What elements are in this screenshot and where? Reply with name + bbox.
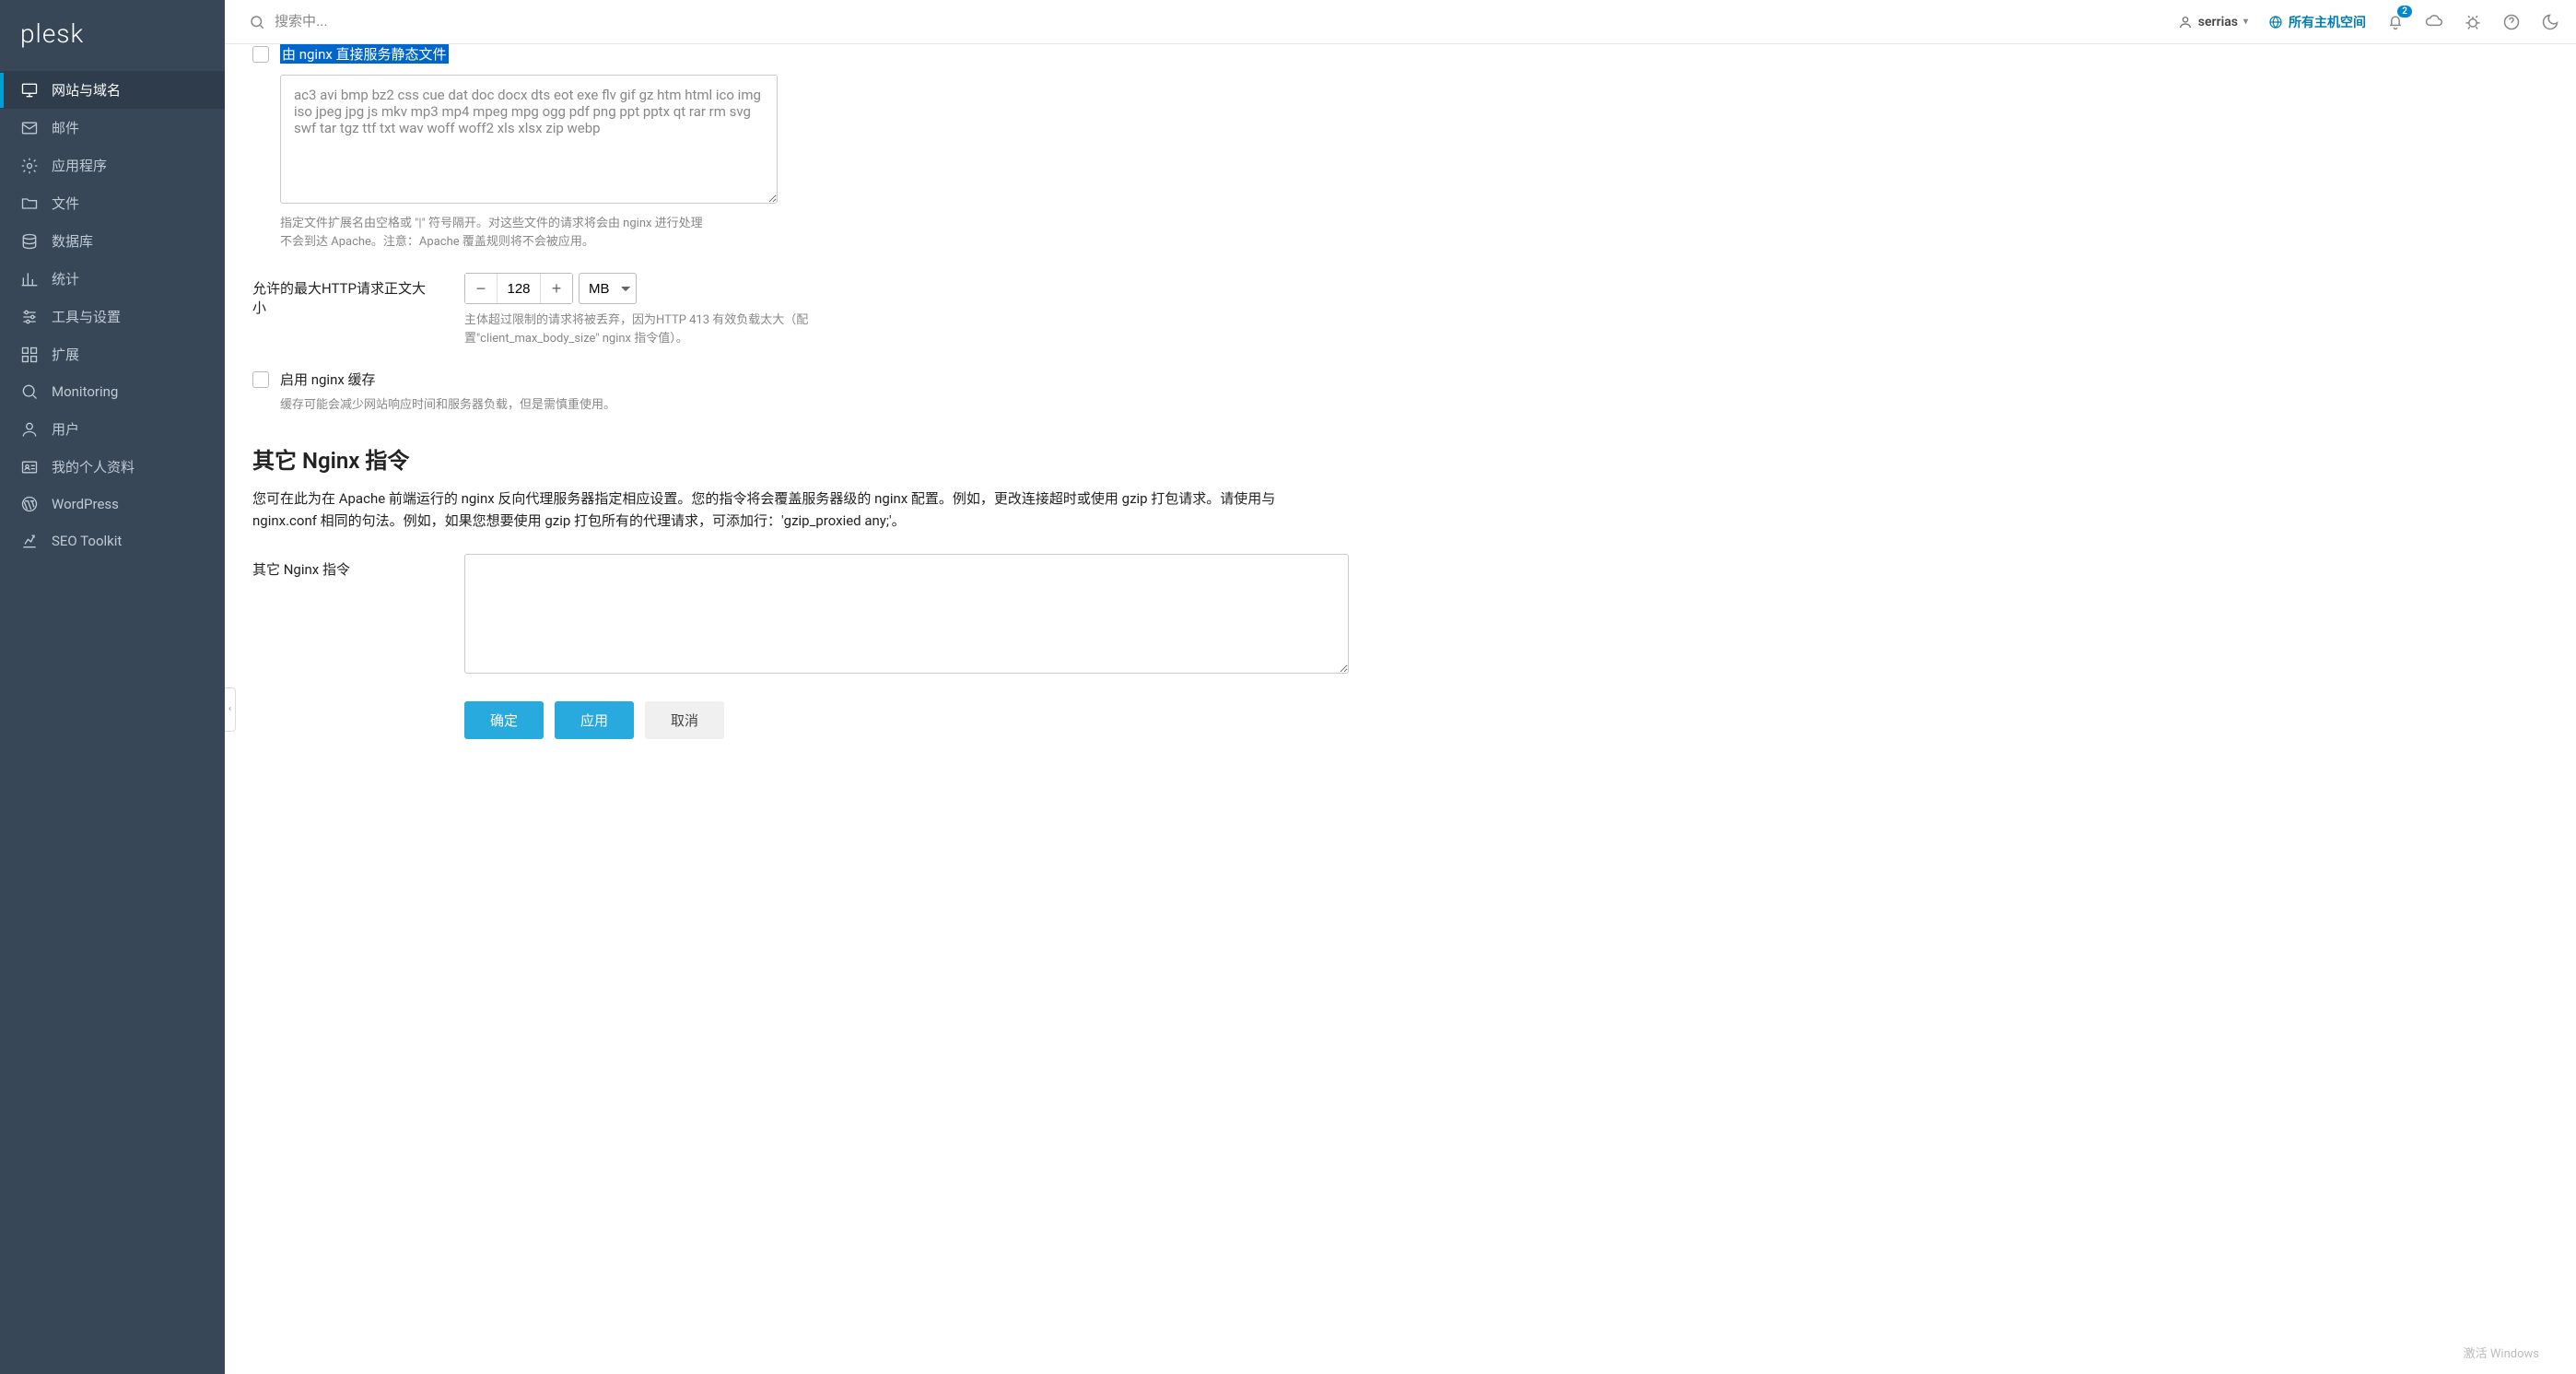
chevron-down-icon: ▾	[2243, 17, 2248, 27]
nav-label: SEO Toolkit	[52, 533, 122, 549]
folder-icon	[20, 194, 39, 213]
nav-wordpress[interactable]: WordPress	[0, 486, 225, 523]
nav-websites[interactable]: 网站与域名	[0, 71, 225, 109]
nginx-cache-label: 启用 nginx 缓存	[280, 370, 615, 389]
nav-stats[interactable]: 统计	[0, 260, 225, 298]
extensions-textarea[interactable]: ac3 avi bmp bz2 css cue dat doc docx dts…	[280, 75, 778, 204]
nav-label: 我的个人资料	[52, 457, 135, 476]
max-body-unit-select[interactable]: MB	[579, 273, 637, 304]
nav-extensions[interactable]: 扩展	[0, 335, 225, 373]
static-files-checkbox[interactable]	[252, 46, 269, 63]
search-icon	[20, 382, 39, 401]
nginx-cache-hint: 缓存可能会减少网站响应时间和服务器负载，但是需慎重使用。	[280, 396, 615, 415]
all-hosting-label: 所有主机空间	[2289, 13, 2366, 31]
content-pane: 由 nginx 直接服务静态文件 ac3 avi bmp bz2 css cue…	[225, 44, 2576, 1374]
database-icon	[20, 232, 39, 251]
directives-textarea[interactable]	[464, 554, 1349, 674]
all-hosting-link[interactable]: 所有主机空间	[2268, 13, 2366, 31]
nginx-directives-desc: 您可在此为在 Apache 前端运行的 nginx 反向代理服务器指定相应设置。…	[252, 487, 1294, 532]
nav-list: 网站与域名 邮件 应用程序 文件 数据库 统计	[0, 71, 225, 559]
mail-icon	[20, 119, 39, 137]
static-files-label: 由 nginx 直接服务静态文件	[280, 44, 449, 64]
nav-label: Monitoring	[52, 383, 118, 400]
notification-badge: 2	[2397, 6, 2412, 18]
nav-tools[interactable]: 工具与设置	[0, 298, 225, 335]
profile-card-icon	[20, 458, 39, 476]
brand-logo: plesk	[0, 0, 225, 71]
nav-label: 网站与域名	[52, 80, 121, 100]
user-icon	[20, 420, 39, 439]
nginx-cache-checkbox[interactable]	[252, 371, 269, 388]
chart-up-icon	[20, 532, 39, 550]
username: serrias	[2198, 15, 2238, 29]
search-input[interactable]	[275, 14, 2163, 29]
nginx-directives-title: 其它 Nginx 指令	[252, 442, 2548, 475]
stepper-decrement[interactable]: −	[465, 274, 497, 303]
nav-files[interactable]: 文件	[0, 184, 225, 222]
globe-icon	[2268, 15, 2283, 29]
gear-icon	[20, 157, 39, 175]
stepper-increment[interactable]: +	[541, 274, 572, 303]
max-body-hint: 主体超过限制的请求将被丢弃，因为HTTP 413 有效负载太大（配置"clien…	[464, 311, 814, 347]
theme-icon[interactable]	[2541, 13, 2559, 31]
nav-label: 文件	[52, 194, 79, 213]
stats-icon	[20, 270, 39, 288]
nav-mail[interactable]: 邮件	[0, 109, 225, 147]
user-menu[interactable]: serrias ▾	[2178, 15, 2248, 29]
nav-label: 统计	[52, 269, 79, 288]
notifications-button[interactable]: 2	[2386, 13, 2405, 31]
cancel-button[interactable]: 取消	[645, 701, 724, 739]
person-icon	[2178, 15, 2193, 29]
max-body-input[interactable]	[497, 274, 541, 303]
sidebar: plesk 网站与域名 邮件 应用程序 文件 数据库	[0, 0, 225, 1374]
extensions-hint: 指定文件扩展名由空格或 "|" 符号隔开。对这些文件的请求将会由 nginx 进…	[280, 215, 704, 251]
cloud-icon[interactable]	[2425, 13, 2443, 31]
nav-label: 邮件	[52, 118, 79, 137]
nav-label: 数据库	[52, 231, 93, 251]
max-body-stepper: − +	[464, 273, 573, 304]
topbar: serrias ▾ 所有主机空间 2	[225, 0, 2576, 44]
nav-label: 扩展	[52, 345, 79, 364]
nav-label: 用户	[52, 419, 79, 439]
max-body-label: 允许的最大HTTP请求正文大小	[252, 273, 437, 317]
grid-icon	[20, 346, 39, 364]
nav-monitoring[interactable]: Monitoring	[0, 373, 225, 410]
search-icon	[249, 14, 265, 30]
apply-button[interactable]: 应用	[555, 701, 634, 739]
monitor-icon	[20, 81, 39, 100]
ok-button[interactable]: 确定	[464, 701, 544, 739]
directives-label: 其它 Nginx 指令	[252, 554, 437, 579]
bug-icon[interactable]	[2464, 13, 2482, 31]
nav-label: 工具与设置	[52, 307, 121, 326]
help-icon[interactable]	[2502, 13, 2521, 31]
sidebar-collapse-handle[interactable]: ‹	[225, 687, 236, 732]
nav-profile[interactable]: 我的个人资料	[0, 448, 225, 486]
nav-databases[interactable]: 数据库	[0, 222, 225, 260]
nav-users[interactable]: 用户	[0, 410, 225, 448]
nav-apps[interactable]: 应用程序	[0, 147, 225, 184]
nav-label: WordPress	[52, 496, 119, 512]
wordpress-icon	[20, 495, 39, 513]
nav-label: 应用程序	[52, 156, 107, 175]
nav-seo[interactable]: SEO Toolkit	[0, 523, 225, 559]
sliders-icon	[20, 308, 39, 326]
